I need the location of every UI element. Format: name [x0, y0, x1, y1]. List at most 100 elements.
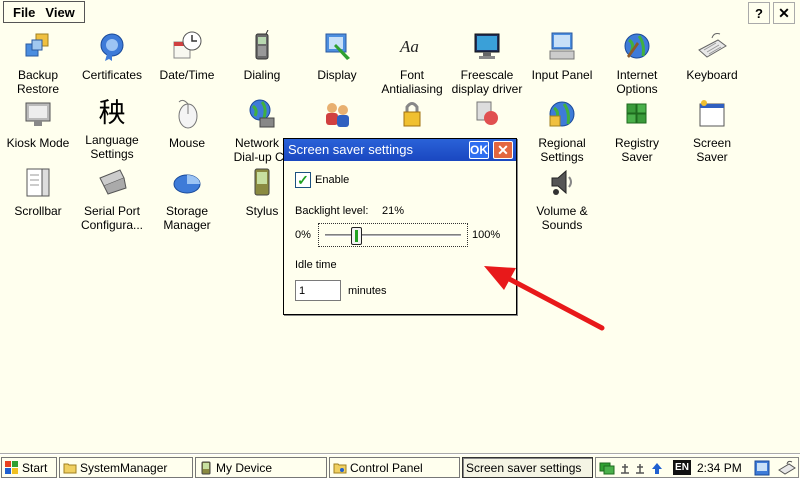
input-panel-icon [549, 32, 575, 60]
dialing-icon [255, 29, 269, 60]
taskbar-button-my-device[interactable]: My Device [195, 457, 327, 478]
cp-item-label: Keyboard [686, 68, 738, 82]
dialog-title: Screen saver settings [288, 142, 414, 157]
cp-item-screen-saver[interactable]: Screen Saver [674, 98, 750, 164]
cp-item-volume-sounds[interactable]: Volume & Sounds [524, 166, 600, 232]
cp-item-backup-restore[interactable]: Backup Restore [0, 30, 76, 96]
folder-icon [63, 463, 77, 473]
cp-item-label: Volume & Sounds [536, 204, 588, 232]
cp-item-dialing[interactable]: Dialing [224, 29, 300, 82]
cp-item-language-settings[interactable]: 秧 Language Settings [74, 98, 150, 161]
cp-item-label: Freescale display driver [451, 68, 523, 96]
slider-min-label: 0% [295, 229, 311, 241]
cp-item-certificates[interactable]: Certificates [74, 30, 150, 82]
cp-item-label: Font Antialiasing [381, 68, 443, 96]
menu-view[interactable]: View [40, 5, 79, 20]
display-icon [325, 33, 350, 60]
slider-thumb[interactable] [351, 227, 363, 245]
regional-settings-icon [549, 101, 575, 127]
up-arrow-icon [652, 463, 662, 474]
cp-item-serial-port[interactable]: Serial Port Configura... [74, 166, 150, 232]
cp-item-keyboard[interactable]: Keyboard [674, 30, 750, 82]
cp-item-label: Regional Settings [538, 136, 586, 164]
windows-logo-icon [5, 460, 18, 474]
cp-item-registry-saver[interactable]: Registry Saver [599, 98, 675, 164]
certificates-icon [100, 33, 124, 61]
pc-connection-icon [476, 101, 498, 125]
taskbar: Start SystemManager My Device Control Pa… [0, 454, 800, 478]
cp-item-kiosk-mode[interactable]: Kiosk Mode [0, 98, 76, 150]
cp-item-label: Kiosk Mode [6, 136, 70, 150]
taskbar-button-label: Control Panel [350, 460, 423, 475]
cp-item-scrollbar[interactable]: Scrollbar [0, 166, 76, 218]
enable-checkbox[interactable]: ✓ [295, 172, 311, 188]
stylus-icon [254, 168, 270, 196]
cp-item-label: Serial Port Configura... [80, 204, 144, 232]
storage-manager-icon [173, 174, 201, 194]
taskbar-button-screen-saver-settings[interactable]: Screen saver settings [462, 457, 593, 478]
freescale-display-driver-icon [474, 33, 500, 59]
backup-restore-icon [25, 33, 49, 57]
network-dialup-icon [249, 99, 275, 128]
cp-item-password-hidden[interactable] [374, 98, 450, 133]
help-icon: ? [755, 5, 763, 21]
cp-item-label: Language Settings [85, 133, 139, 161]
keyboard-icon [698, 33, 727, 58]
cp-item-storage-manager[interactable]: Storage Manager [149, 166, 225, 232]
scrollbar-icon [26, 168, 50, 197]
start-label: Start [22, 460, 48, 475]
cp-item-label: Certificates [81, 68, 143, 82]
cp-item-input-panel[interactable]: Input Panel [524, 30, 600, 82]
cp-item-internet-options[interactable]: Internet Options [599, 30, 675, 96]
cp-item-freescale-display-driver[interactable]: Freescale display driver [449, 30, 525, 96]
menu-file[interactable]: File [8, 5, 40, 20]
registry-saver-icon [626, 103, 647, 124]
idle-time-input[interactable] [295, 280, 341, 301]
cp-item-date-time[interactable]: Date/Time [149, 30, 225, 82]
cp-item-owner-hidden[interactable] [299, 98, 375, 133]
desktop-icon[interactable] [754, 460, 770, 476]
taskbar-button-label: My Device [216, 460, 273, 475]
taskbar-button-systemmanager[interactable]: SystemManager [59, 457, 193, 478]
close-icon: ✕ [778, 4, 790, 21]
cp-item-regional-settings[interactable]: Regional Settings [524, 98, 600, 164]
cp-item-label: Scrollbar [14, 204, 62, 218]
cp-item-font-antialiasing[interactable]: Aa Font Antialiasing [374, 30, 450, 96]
taskbar-button-label: Screen saver settings [466, 460, 582, 475]
help-button[interactable]: ? [748, 2, 770, 24]
cp-item-label: Dialing [243, 68, 281, 82]
mouse-icon [178, 99, 198, 129]
red-arrow-annotation [484, 266, 605, 331]
svg-text:Aa: Aa [399, 37, 419, 56]
language-indicator[interactable]: EN [673, 460, 691, 475]
backlight-label: Backlight level: [295, 205, 369, 217]
enable-label: Enable [315, 174, 350, 186]
users-icon [326, 103, 349, 127]
slider-max-label: 100% [472, 229, 501, 241]
backlight-value: 21% [382, 205, 405, 217]
dialog-close-button[interactable]: ✕ [493, 141, 513, 159]
clock[interactable]: 2:34 PM [697, 461, 742, 475]
network-icon [599, 462, 615, 475]
taskbar-button-control-panel[interactable]: Control Panel [329, 457, 460, 478]
lock-icon [403, 102, 421, 127]
cp-item-mouse[interactable]: Mouse [149, 98, 225, 150]
cp-item-display[interactable]: Display [299, 30, 375, 82]
keyboard-tray-icon[interactable] [778, 460, 796, 476]
volume-sounds-icon [551, 169, 572, 195]
device-icon [201, 461, 211, 474]
cp-item-label: Registry Saver [614, 136, 659, 164]
dialog-titlebar[interactable]: Screen saver settings OK ✕ [284, 139, 516, 161]
cp-item-label: Mouse [168, 136, 206, 150]
cp-item-pc-connection-hidden[interactable] [449, 98, 525, 133]
usb-icon-2 [636, 464, 644, 474]
cp-item-label: Internet Options [616, 68, 658, 96]
dialog-ok-button[interactable]: OK [469, 141, 489, 159]
close-button[interactable]: ✕ [773, 2, 795, 24]
kiosk-mode-icon [25, 102, 51, 126]
cp-item-label: Screen Saver [692, 136, 732, 164]
control-panel-icon [333, 463, 347, 473]
start-button[interactable]: Start [1, 457, 57, 478]
backlight-slider[interactable] [318, 223, 468, 247]
menu-bar: File View ? ✕ [0, 0, 800, 25]
